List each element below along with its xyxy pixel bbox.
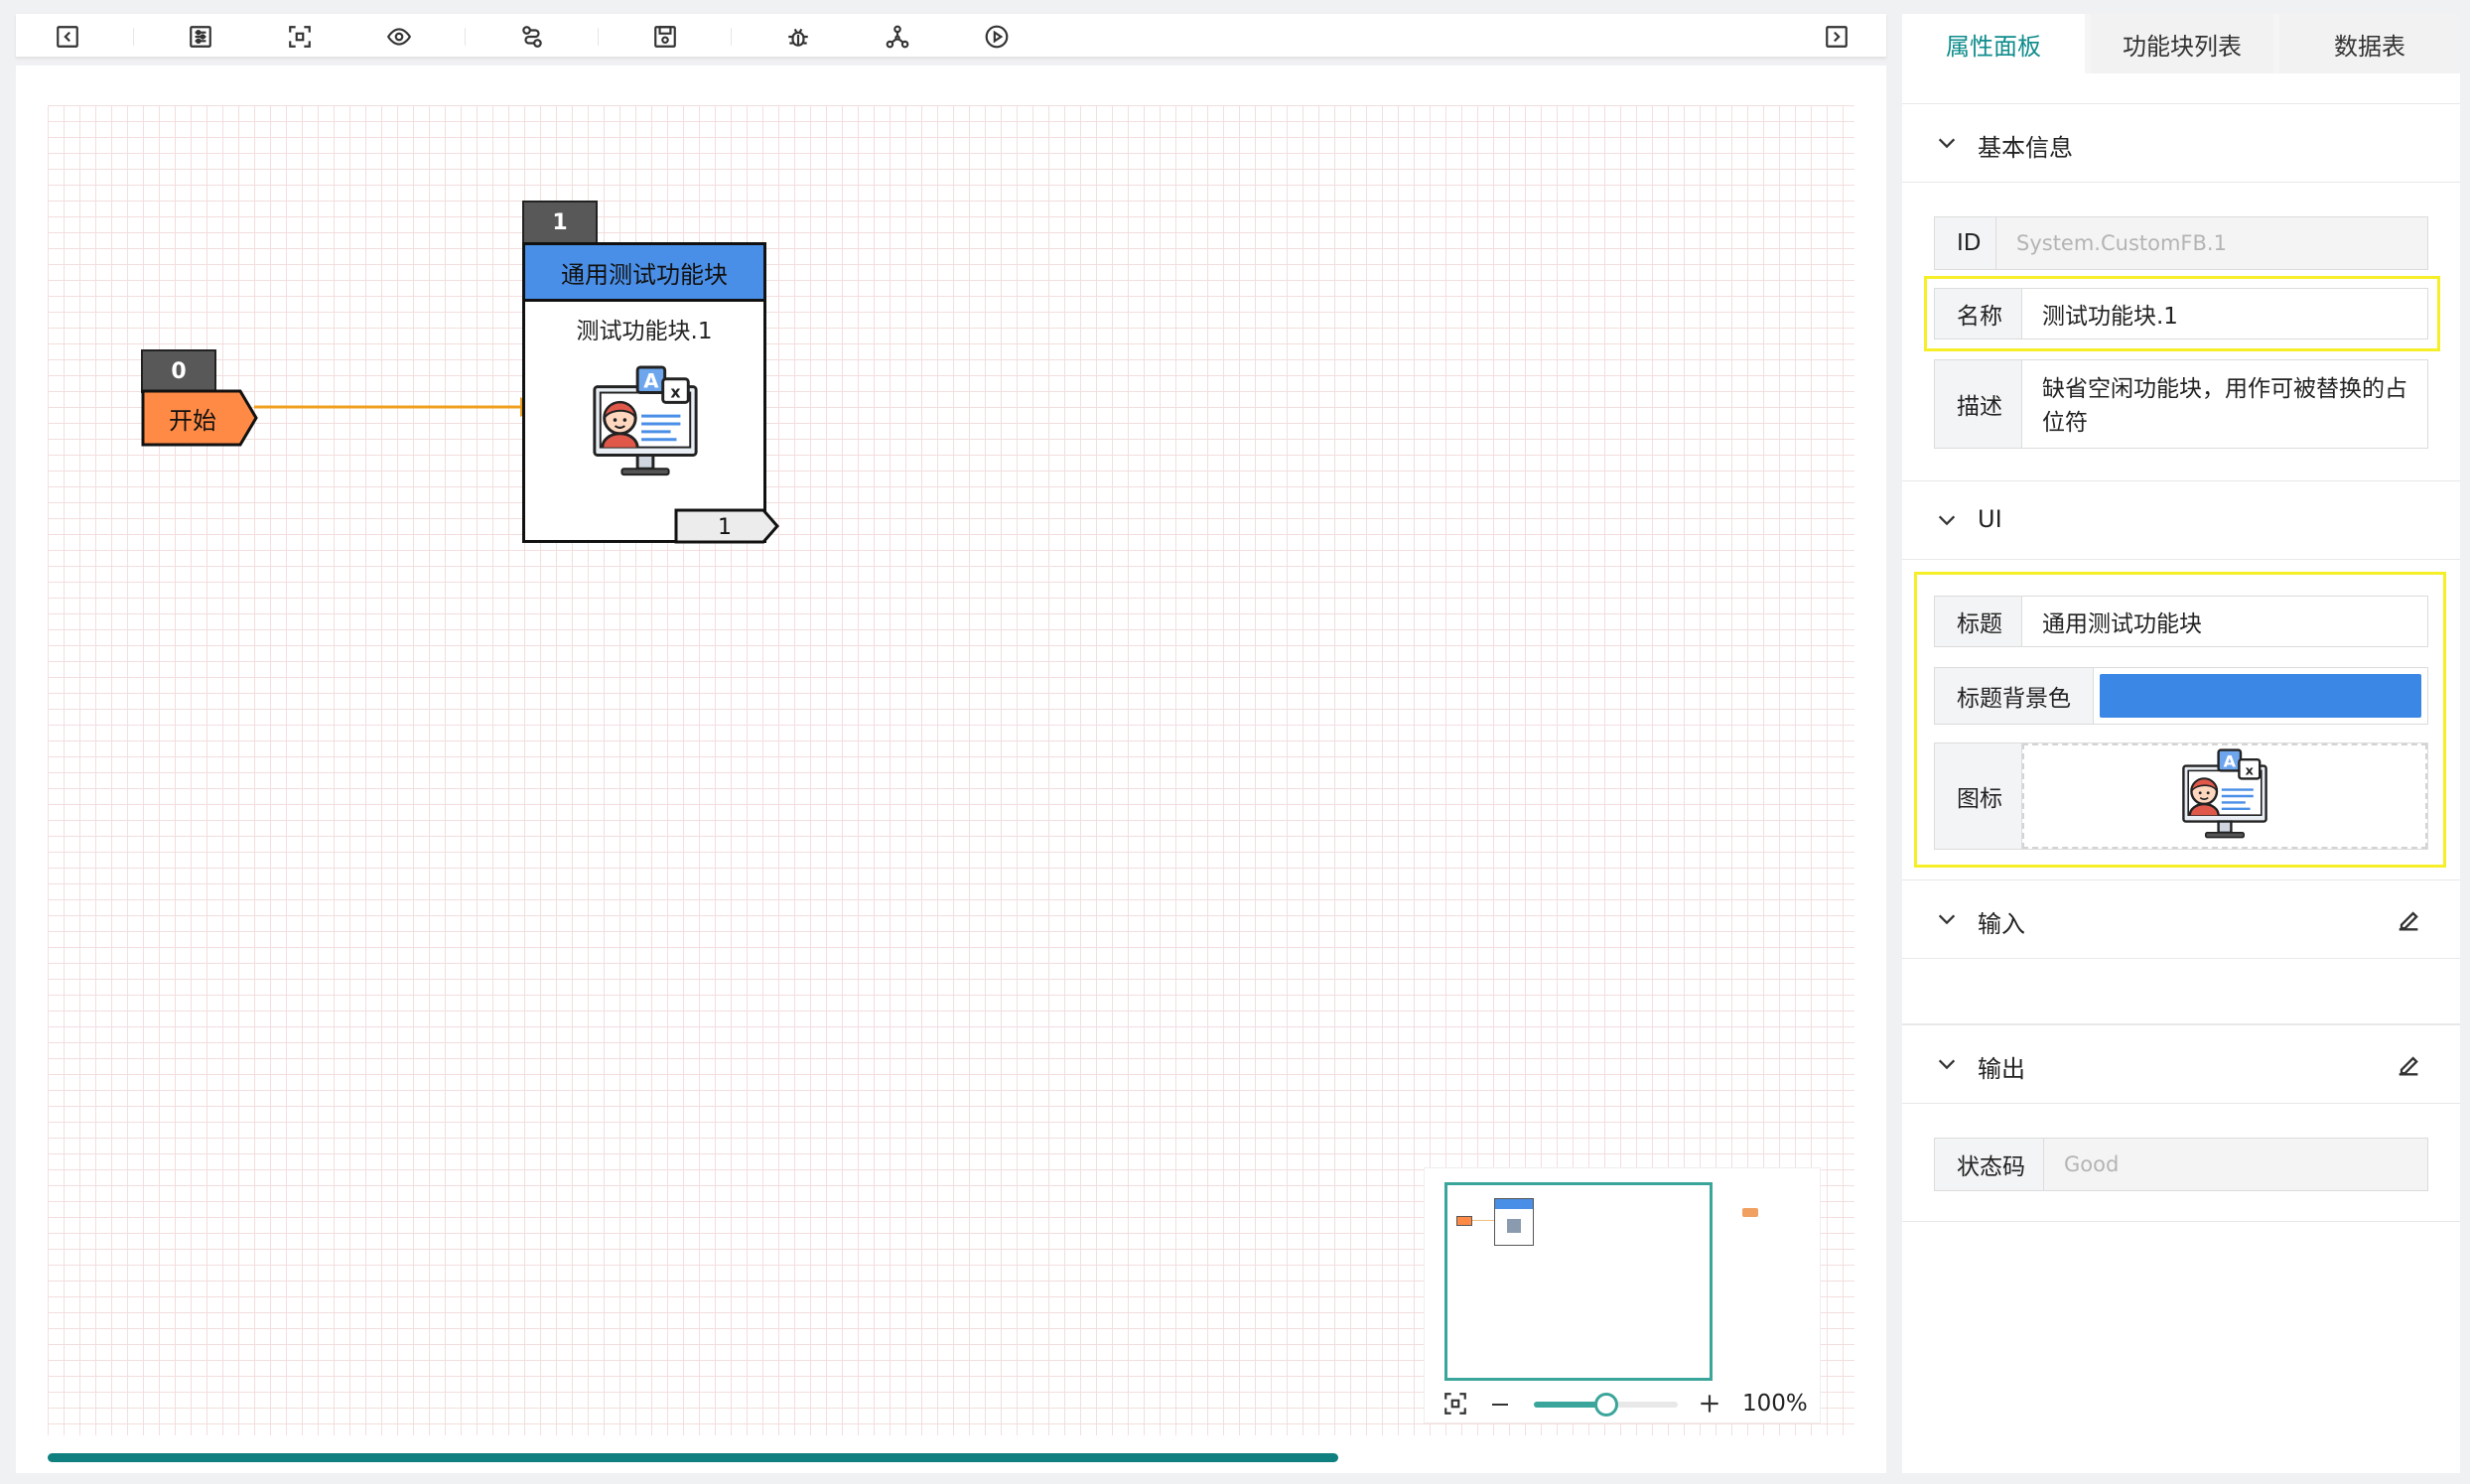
minimap-offscreen-marker [1742, 1208, 1758, 1217]
eye-icon[interactable] [381, 22, 417, 52]
section-title: 基本信息 [1978, 134, 2073, 162]
field-label: 标题背景色 [1935, 668, 2094, 724]
status-code-field: 状态码 Good [1934, 1138, 2428, 1191]
icon-field[interactable]: 图标 A x [1934, 742, 2428, 850]
minimap-start-node [1456, 1216, 1472, 1226]
tab-properties[interactable]: 属性面板 [1902, 14, 2085, 73]
chevron-down-icon [1938, 1059, 1956, 1070]
expand-right-icon[interactable] [1819, 22, 1854, 52]
save-icon[interactable] [647, 22, 683, 52]
description-field[interactable]: 描述 缺省空闲功能块，用作可被替换的占位符 [1934, 359, 2428, 449]
toolbar [16, 14, 1886, 58]
section-title: UI [1978, 505, 2002, 533]
icon-upload[interactable]: A x [2022, 743, 2427, 849]
name-input[interactable]: 测试功能块.1 [2022, 289, 2427, 338]
route-icon[interactable] [514, 22, 550, 52]
translator-computer-icon: A x [593, 365, 698, 476]
toolbar-separator [731, 28, 732, 46]
title-input[interactable]: 通用测试功能块 [2022, 597, 2427, 646]
field-label: 图标 [1935, 743, 2022, 849]
field-label: 状态码 [1935, 1139, 2044, 1190]
color-picker[interactable] [2094, 668, 2427, 724]
toolbar-separator [598, 28, 599, 46]
svg-text:x: x [670, 382, 680, 401]
fb-node-name: 测试功能块.1 [576, 319, 713, 344]
field-label: 描述 [1935, 360, 2022, 448]
fb-node-id: 1 [522, 201, 598, 244]
svg-text:A: A [2224, 751, 2237, 770]
minimap-edge [1472, 1220, 1494, 1221]
minimap-fb-node [1494, 1198, 1534, 1246]
id-value: System.CustomFB.1 [1996, 217, 2427, 269]
settings-sliders-icon[interactable] [183, 22, 218, 52]
svg-text:x: x [2246, 763, 2255, 778]
tab-data-table[interactable]: 数据表 [2279, 14, 2460, 73]
field-label: 名称 [1935, 289, 2022, 338]
name-field[interactable]: 名称 测试功能块.1 [1934, 288, 2428, 339]
workspace: 0 开始 1 通用测试功能块 测试功能块.1 A x 1 100% [16, 14, 1886, 1473]
function-block-node[interactable]: 1 通用测试功能块 测试功能块.1 A x 1 [522, 201, 800, 588]
section-title: 输出 [1978, 1055, 2025, 1083]
minimap-viewport[interactable] [1444, 1182, 1713, 1381]
zoom-slider-thumb[interactable] [1593, 1393, 1618, 1417]
section-output[interactable]: 输出 [1902, 1024, 2460, 1104]
fb-output-port-label: 1 [718, 514, 732, 540]
start-node-label: 开始 [169, 406, 216, 435]
flow-canvas[interactable]: 0 开始 1 通用测试功能块 测试功能块.1 A x 1 100% [16, 66, 1886, 1473]
toolbar-separator [465, 28, 466, 46]
fit-view-icon[interactable] [282, 22, 318, 52]
chevron-down-icon [1938, 138, 1956, 149]
zoom-slider[interactable] [1534, 1393, 1678, 1417]
collapse-left-icon[interactable] [50, 22, 85, 52]
input-section-body [1902, 959, 2460, 1024]
title-field[interactable]: 标题 通用测试功能块 [1934, 596, 2428, 647]
title-bg-color-field[interactable]: 标题背景色 [1934, 667, 2428, 725]
start-node-id: 0 [141, 349, 216, 393]
section-ui[interactable]: UI [1902, 480, 2460, 560]
start-node[interactable]: 0 开始 [141, 349, 270, 449]
zoom-in-icon[interactable] [1697, 1391, 1722, 1417]
color-swatch[interactable] [2100, 674, 2421, 718]
section-basic-info[interactable]: 基本信息 [1902, 103, 2460, 183]
fb-node-header: 通用测试功能块 [522, 242, 766, 302]
chevron-down-icon [1938, 914, 1956, 925]
field-label: 标题 [1935, 597, 2022, 646]
chevron-down-icon [1938, 515, 1956, 526]
bug-icon[interactable] [780, 22, 816, 52]
edit-icon[interactable] [2395, 1051, 2422, 1079]
fb-node-body: 测试功能块.1 A x 1 [522, 299, 779, 544]
translator-computer-icon: A x [2182, 748, 2267, 839]
panel-tabs: 属性面板 功能块列表 数据表 [1902, 14, 2460, 73]
output-section-divider [1902, 1221, 2460, 1222]
zoom-controls: 100% [1425, 1383, 1822, 1422]
zoom-out-icon[interactable] [1488, 1393, 1512, 1417]
network-icon[interactable] [880, 22, 915, 52]
description-input[interactable]: 缺省空闲功能块，用作可被替换的占位符 [2022, 360, 2427, 448]
properties-panel: 属性面板 功能块列表 数据表 基本信息 ID System.CustomFB.1… [1902, 14, 2460, 1473]
fit-view-icon[interactable] [1442, 1391, 1468, 1417]
play-icon[interactable] [979, 22, 1015, 52]
toolbar-separator [133, 28, 134, 46]
edit-icon[interactable] [2395, 906, 2422, 934]
svg-text:A: A [643, 370, 659, 393]
zoom-level-text: 100% [1742, 1391, 1808, 1417]
minimap[interactable]: 100% [1424, 1167, 1821, 1423]
id-field: ID System.CustomFB.1 [1934, 216, 2428, 270]
section-title: 输入 [1978, 910, 2025, 938]
tab-function-block-list[interactable]: 功能块列表 [2091, 14, 2273, 73]
status-code-value: Good [2044, 1139, 2427, 1190]
horizontal-scrollbar[interactable] [48, 1453, 1338, 1462]
field-label: ID [1935, 217, 1996, 269]
section-input[interactable]: 输入 [1902, 879, 2460, 959]
